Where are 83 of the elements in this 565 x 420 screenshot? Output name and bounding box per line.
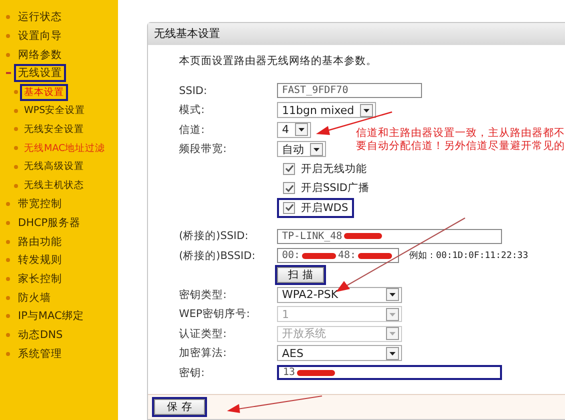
nav-link[interactable]: 无线主机状态 — [22, 179, 86, 192]
redaction-mark — [297, 370, 336, 376]
nav-link[interactable]: 转发规则 — [16, 253, 64, 268]
checkbox-label: 开启无线功能 — [301, 162, 367, 176]
nav-link[interactable]: 路由功能 — [16, 234, 64, 249]
bullet-icon — [14, 146, 18, 150]
dropdown-value: AES — [282, 346, 304, 360]
nav-link[interactable]: 无线安全设置 — [22, 122, 86, 136]
input-value: TP-LINK_48 — [282, 230, 342, 242]
input-value: 00: — [282, 250, 300, 262]
nav-link[interactable]: WPS安全设置 — [22, 104, 88, 118]
input-value: 48: — [338, 250, 356, 262]
redaction-mark — [344, 233, 382, 240]
collapse-icon[interactable] — [6, 72, 11, 74]
bullet-icon — [6, 333, 10, 338]
bullet-icon — [14, 184, 18, 188]
field-label: 密钥: — [179, 366, 206, 380]
bullet-icon — [6, 52, 10, 57]
input-field[interactable]: FAST_9FDF70 — [277, 83, 422, 98]
field-label: 信道: — [179, 122, 206, 137]
checkbox[interactable] — [283, 182, 295, 194]
field-label: 加密算法: — [179, 346, 228, 360]
dropdown-value: 1 — [282, 308, 289, 321]
field-label: 模式: — [179, 103, 206, 118]
checkbox[interactable] — [283, 162, 295, 175]
input-field[interactable]: TP-LINK_48 — [277, 228, 502, 244]
field-label: 认证类型: — [179, 326, 228, 341]
redaction-mark — [358, 252, 392, 259]
save-button[interactable]: 保 存 — [154, 399, 206, 415]
input-field[interactable]: 13 — [277, 365, 502, 380]
bullet-icon — [6, 240, 10, 244]
checkbox[interactable] — [283, 202, 295, 214]
bullet-icon — [6, 314, 10, 318]
dropdown[interactable]: 自动 — [277, 141, 326, 158]
description-text: 本页面设置路由器无线网络的基本参数。 — [179, 54, 378, 68]
bullet-icon — [14, 127, 18, 132]
dropdown[interactable]: 4 — [277, 122, 311, 138]
nav-link[interactable]: 防火墙 — [16, 290, 53, 305]
dropdown[interactable]: 11bgn mixed — [277, 102, 376, 118]
field-label: WEP密钥序号: — [179, 307, 251, 322]
bullet-icon — [6, 202, 10, 206]
bullet-icon — [6, 352, 10, 356]
dropdown[interactable]: AES — [277, 345, 402, 362]
bullet-icon — [6, 34, 10, 38]
panel-title: 无线基本设置 — [148, 23, 565, 45]
nav-link[interactable]: DHCP服务器 — [16, 216, 83, 230]
field-label: (桥接的)BSSID: — [179, 248, 256, 263]
dropdown-value: 自动 — [282, 142, 304, 157]
dropdown[interactable]: WPA2-PSK — [277, 286, 402, 303]
nav-link[interactable]: 家长控制 — [16, 272, 64, 286]
nav-link[interactable]: 运行状态 — [16, 10, 64, 24]
nav-link[interactable]: 设置向导 — [16, 29, 64, 44]
bullet-icon — [14, 164, 18, 169]
bullet-icon — [6, 296, 10, 300]
nav-link[interactable]: 网络参数 — [16, 48, 64, 62]
field-label: 密钥类型: — [179, 288, 228, 302]
annotation-note: 信道和主路由器设置一致，主从路由器都不要自动分配信道！另外信道尽量避开常见的 — [356, 127, 565, 153]
bullet-icon — [6, 258, 10, 262]
dropdown-value: 4 — [282, 123, 289, 136]
scan-button[interactable]: 扫 描 — [277, 267, 324, 284]
bullet-icon — [6, 276, 10, 281]
field-label: (桥接的)SSID: — [179, 229, 250, 244]
bullet-icon — [6, 220, 10, 225]
field-label: SSID: — [179, 84, 208, 97]
nav-link[interactable]: 无线高级设置 — [22, 160, 86, 174]
bullet-icon — [6, 15, 10, 20]
input-value: 13 — [283, 367, 296, 378]
checkbox-label: 开启WDS — [301, 200, 348, 215]
redaction-mark — [302, 252, 336, 259]
nav-link[interactable]: IP与MAC绑定 — [16, 309, 86, 324]
nav-link[interactable]: 动态DNS — [16, 328, 65, 342]
nav-link[interactable]: 无线设置 — [16, 66, 64, 80]
bullet-icon — [14, 108, 18, 113]
hint-text: 例如：00:1D:0F:11:22:33 — [409, 250, 528, 262]
nav-link[interactable]: 系统管理 — [16, 346, 64, 361]
field-label: 频段带宽: — [179, 142, 228, 156]
dropdown-value: WPA2-PSK — [282, 288, 338, 302]
dropdown-value: 11bgn mixed — [282, 104, 354, 117]
bullet-icon — [14, 90, 18, 94]
dropdown-value: 开放系统 — [282, 326, 326, 342]
checkbox-label: 开启SSID广播 — [301, 181, 370, 196]
input-field[interactable]: 00: 48: — [277, 248, 399, 264]
nav-link[interactable]: 带宽控制 — [16, 197, 64, 212]
